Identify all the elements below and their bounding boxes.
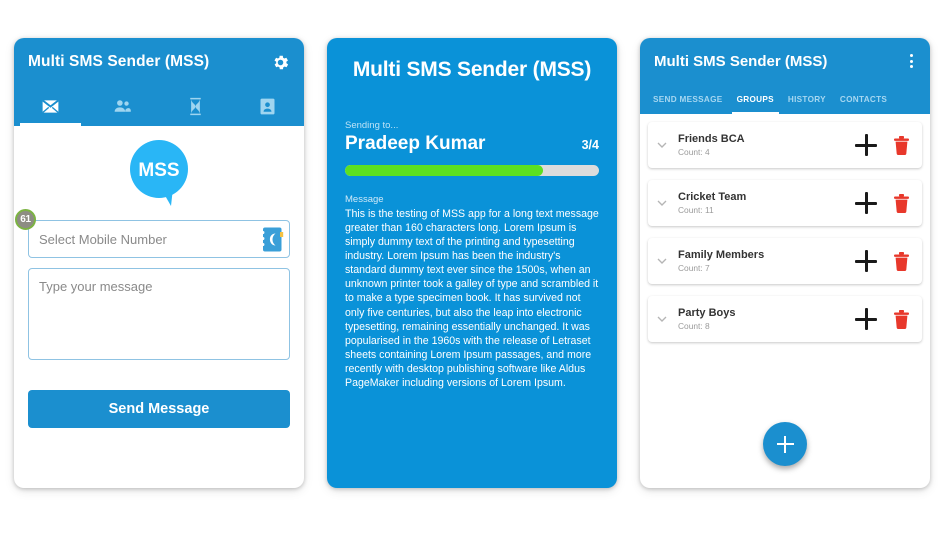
screenshot-root: Multi SMS Sender (MSS) MSS 61 Select Mob… (0, 0, 938, 551)
message-label: Message (345, 194, 384, 205)
tab-history[interactable]: HISTORY (781, 84, 833, 114)
panel2-title: Multi SMS Sender (MSS) (352, 58, 592, 81)
delete-group-button[interactable] (893, 251, 910, 271)
group-text: Family Members Count: 7 (670, 249, 855, 273)
mss-speech-bubble-logo: MSS (130, 140, 188, 206)
delete-group-button[interactable] (893, 309, 910, 329)
group-count: Count: 11 (678, 205, 714, 215)
delete-group-button[interactable] (893, 193, 910, 213)
panel-groups: Multi SMS Sender (MSS) SEND MESSAGE GROU… (640, 38, 930, 488)
tab-groups[interactable]: GROUPS (730, 84, 781, 114)
group-text: Cricket Team Count: 11 (670, 191, 855, 215)
tab-contacts[interactable]: CONTACTS (833, 84, 894, 114)
phone-input[interactable]: Select Mobile Number (39, 232, 259, 247)
sending-to-label: Sending to... (345, 120, 399, 131)
add-group-fab[interactable] (763, 422, 807, 466)
group-count: Count: 7 (678, 263, 710, 273)
message-body: This is the testing of MSS app for a lon… (345, 208, 599, 389)
recipient-name: Pradeep Kumar (345, 133, 486, 154)
add-member-button[interactable] (855, 134, 877, 156)
address-book-icon[interactable] (259, 226, 285, 253)
kebab-menu-icon[interactable] (907, 51, 916, 71)
recipient-row: Pradeep Kumar 3/4 (345, 133, 599, 155)
contact-card-icon (257, 96, 278, 117)
group-name: Cricket Team (678, 191, 747, 203)
add-member-button[interactable] (855, 192, 877, 214)
groups-list: Friends BCA Count: 4 Cricket Team Count:… (640, 114, 930, 342)
chevron-down-icon[interactable] (654, 137, 670, 153)
panel1-appbar: Multi SMS Sender (MSS) (14, 38, 304, 86)
panel1-tabbar (14, 86, 304, 126)
group-count: Count: 4 (678, 147, 710, 157)
progress-counter: 3/4 (581, 138, 599, 152)
hourglass-history-icon (185, 96, 206, 117)
delete-group-button[interactable] (893, 135, 910, 155)
table-row[interactable]: Cricket Team Count: 11 (648, 180, 922, 226)
send-progress-fill (345, 165, 544, 176)
group-count: Count: 8 (678, 321, 710, 331)
chevron-down-icon[interactable] (654, 195, 670, 211)
selected-count-badge: 61 (15, 209, 36, 230)
message-envelope-icon (40, 96, 61, 117)
chevron-down-icon[interactable] (654, 311, 670, 327)
app-logo: MSS (28, 140, 290, 206)
chevron-down-icon[interactable] (654, 253, 670, 269)
add-member-button[interactable] (855, 250, 877, 272)
gear-icon[interactable] (271, 53, 290, 72)
send-message-button[interactable]: Send Message (28, 390, 290, 428)
add-member-button[interactable] (855, 308, 877, 330)
message-placeholder: Type your message (39, 279, 153, 294)
tab-send-message[interactable]: SEND MESSAGE (646, 84, 730, 114)
tab-groups[interactable] (87, 86, 160, 126)
panel-compose: Multi SMS Sender (MSS) MSS 61 Select Mob… (14, 38, 304, 488)
svg-text:MSS: MSS (138, 160, 179, 181)
tab-contacts[interactable] (232, 86, 305, 126)
panel3-appbar: Multi SMS Sender (MSS) (640, 38, 930, 84)
tab-history[interactable] (159, 86, 232, 126)
group-people-icon (112, 96, 133, 117)
group-name: Family Members (678, 249, 765, 261)
phone-field-wrap: 61 Select Mobile Number (15, 209, 290, 258)
panel3-title: Multi SMS Sender (MSS) (654, 52, 828, 70)
panel2-body: Multi SMS Sender (MSS) Sending to... Pra… (327, 38, 617, 488)
panel1-body: MSS 61 Select Mobile Number Type your me… (14, 140, 304, 488)
message-input[interactable]: Type your message (28, 268, 290, 360)
group-text: Party Boys Count: 8 (670, 307, 855, 331)
panel-sending-progress: Multi SMS Sender (MSS) Sending to... Pra… (327, 38, 617, 488)
group-name: Friends BCA (678, 133, 745, 145)
table-row[interactable]: Friends BCA Count: 4 (648, 122, 922, 168)
send-progress-bar (345, 165, 599, 176)
tab-send-message[interactable] (14, 86, 87, 126)
group-text: Friends BCA Count: 4 (670, 133, 855, 157)
group-name: Party Boys (678, 307, 736, 319)
panel3-tabbar: SEND MESSAGE GROUPS HISTORY CONTACTS (640, 84, 930, 114)
table-row[interactable]: Family Members Count: 7 (648, 238, 922, 284)
table-row[interactable]: Party Boys Count: 8 (648, 296, 922, 342)
phone-input-row[interactable]: Select Mobile Number (28, 220, 290, 258)
panel1-title: Multi SMS Sender (MSS) (28, 53, 210, 70)
